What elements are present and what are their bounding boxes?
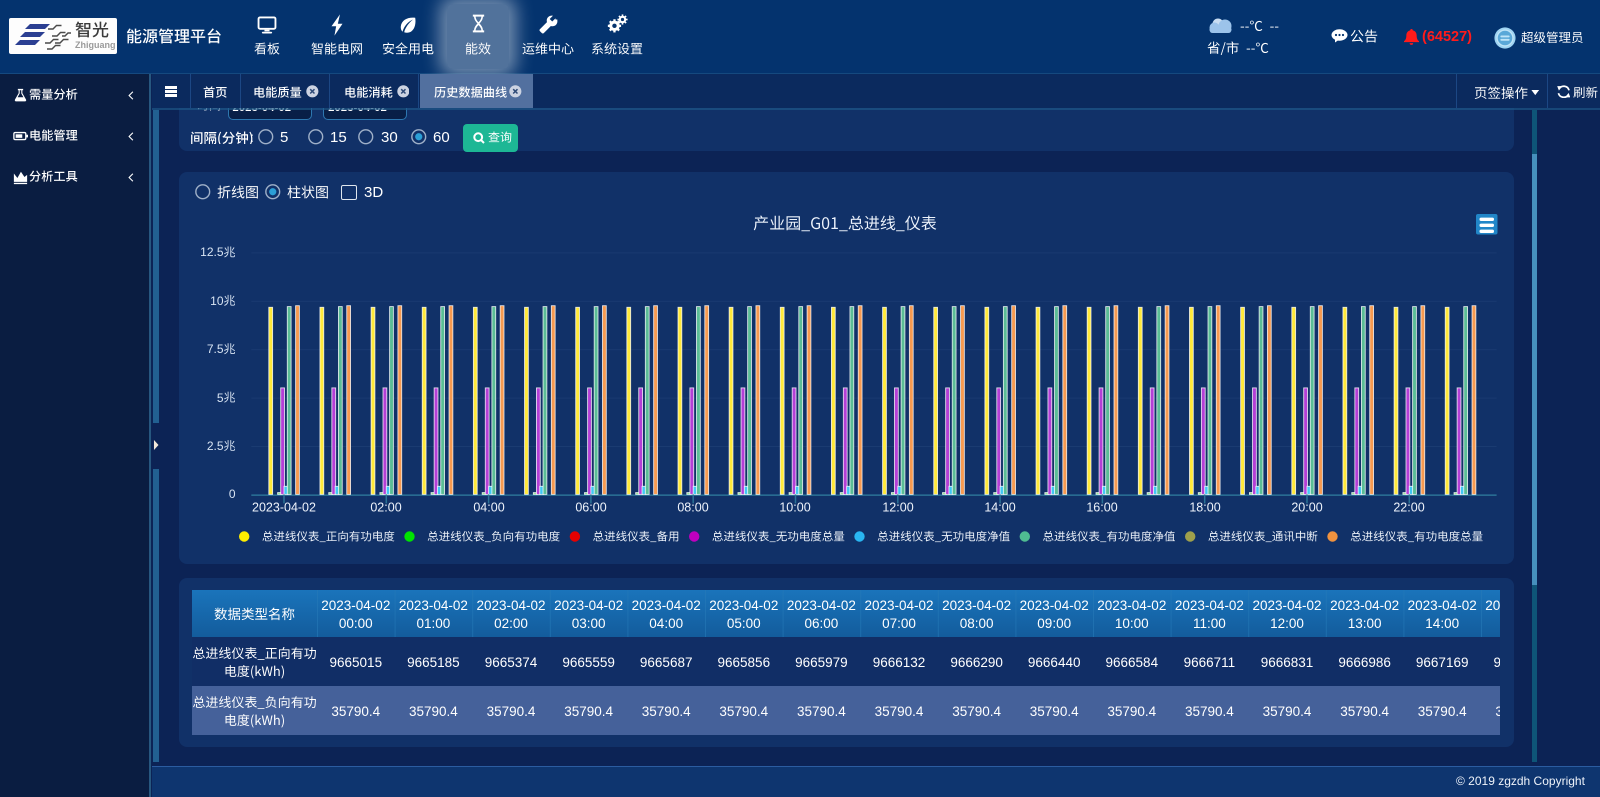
- svg-text:35790.4: 35790.4: [1495, 704, 1500, 719]
- svg-text:2023-04-02: 2023-04-02: [1330, 598, 1399, 613]
- svg-text:35790.4: 35790.4: [719, 704, 768, 719]
- svg-text:08:00: 08:00: [960, 616, 994, 631]
- svg-text:20:00: 20:00: [1291, 500, 1322, 514]
- svg-text:9666440: 9666440: [1028, 655, 1081, 670]
- svg-text:35790.4: 35790.4: [875, 704, 924, 719]
- svg-text:2.5: 2.5: [207, 439, 224, 453]
- svg-text:35790.4: 35790.4: [1107, 704, 1156, 719]
- svg-text:2023-04-02: 2023-04-02: [709, 598, 778, 613]
- svg-text:2023-04-02: 2023-04-02: [1020, 598, 1089, 613]
- svg-text:16:00: 16:00: [1086, 500, 1117, 514]
- svg-text:2023-04-02: 2023-04-02: [1175, 598, 1244, 613]
- svg-text:12:00: 12:00: [1270, 616, 1304, 631]
- svg-text:2023-04-02: 2023-04-02: [787, 598, 856, 613]
- svg-text:2023-04-02: 2023-04-02: [252, 500, 316, 514]
- svg-text:35790.4: 35790.4: [564, 704, 613, 719]
- svg-text:10: 10: [210, 294, 224, 308]
- svg-text:14:00: 14:00: [1425, 616, 1459, 631]
- svg-text:9665015: 9665015: [330, 655, 383, 670]
- svg-text:9666584: 9666584: [1106, 655, 1159, 670]
- svg-text:9666711: 9666711: [1184, 655, 1236, 670]
- svg-text:9665856: 9665856: [718, 655, 771, 670]
- svg-text:06:00: 06:00: [575, 500, 606, 514]
- svg-text:05:00: 05:00: [727, 616, 761, 631]
- svg-text:2023-04-02: 2023-04-02: [632, 598, 701, 613]
- svg-text:10:00: 10:00: [1115, 616, 1149, 631]
- svg-text:35790.4: 35790.4: [1030, 704, 1079, 719]
- svg-text:04:00: 04:00: [473, 500, 504, 514]
- svg-text:35790.4: 35790.4: [1418, 704, 1467, 719]
- svg-text:04:00: 04:00: [649, 616, 683, 631]
- svg-text:2023-04-02: 2023-04-02: [399, 598, 468, 613]
- svg-text:35790.4: 35790.4: [1340, 704, 1389, 719]
- svg-text:0: 0: [229, 487, 236, 501]
- svg-text:02:00: 02:00: [494, 616, 528, 631]
- svg-text:07:00: 07:00: [882, 616, 916, 631]
- svg-text:22:00: 22:00: [1393, 500, 1424, 514]
- svg-text:12.5: 12.5: [200, 245, 224, 259]
- svg-text:2023-04-02: 2023-04-02: [942, 598, 1011, 613]
- svg-text:5: 5: [217, 391, 224, 405]
- svg-text:35790.4: 35790.4: [797, 704, 846, 719]
- svg-text:2023-04-02: 2023-04-02: [476, 598, 545, 613]
- svg-text:14:00: 14:00: [984, 500, 1015, 514]
- svg-text:9665374: 9665374: [485, 655, 538, 670]
- svg-text:9666132: 9666132: [873, 655, 926, 670]
- svg-text:06:00: 06:00: [805, 616, 839, 631]
- svg-text:9666986: 9666986: [1338, 655, 1391, 670]
- svg-text:9667368: 9667368: [1494, 655, 1500, 670]
- svg-text:35790.4: 35790.4: [487, 704, 536, 719]
- svg-text:2023-04-02: 2023-04-02: [321, 598, 390, 613]
- svg-text:2023-04-02: 2023-04-02: [1408, 598, 1477, 613]
- svg-text:9665979: 9665979: [795, 655, 848, 670]
- svg-text:35790.4: 35790.4: [1185, 704, 1234, 719]
- svg-text:02:00: 02:00: [370, 500, 401, 514]
- svg-text:2023-04-02: 2023-04-02: [1485, 598, 1500, 613]
- svg-text:01:00: 01:00: [417, 616, 451, 631]
- svg-text:9666290: 9666290: [950, 655, 1003, 670]
- svg-text:11:00: 11:00: [1193, 616, 1226, 631]
- svg-text:7.5: 7.5: [207, 342, 224, 356]
- svg-text:2023-04-02: 2023-04-02: [1097, 598, 1166, 613]
- svg-text:35790.4: 35790.4: [331, 704, 380, 719]
- svg-text:00:00: 00:00: [339, 616, 373, 631]
- svg-text:10:00: 10:00: [779, 500, 810, 514]
- svg-text:2023-04-02: 2023-04-02: [1252, 598, 1321, 613]
- svg-text:08:00: 08:00: [677, 500, 708, 514]
- svg-text:9665687: 9665687: [640, 655, 693, 670]
- svg-text:09:00: 09:00: [1037, 616, 1071, 631]
- svg-text:9665559: 9665559: [562, 655, 615, 670]
- svg-text:03:00: 03:00: [572, 616, 606, 631]
- svg-text:2023-04-02: 2023-04-02: [864, 598, 933, 613]
- svg-text:9666831: 9666831: [1261, 655, 1314, 670]
- svg-text:2023-04-02: 2023-04-02: [554, 598, 623, 613]
- svg-text:18:00: 18:00: [1189, 500, 1220, 514]
- svg-text:35790.4: 35790.4: [642, 704, 691, 719]
- svg-text:35790.4: 35790.4: [952, 704, 1001, 719]
- svg-text:35790.4: 35790.4: [409, 704, 458, 719]
- svg-text:9667169: 9667169: [1416, 655, 1469, 670]
- svg-text:13:00: 13:00: [1348, 616, 1382, 631]
- svg-text:12:00: 12:00: [882, 500, 913, 514]
- svg-text:9665185: 9665185: [407, 655, 460, 670]
- svg-text:35790.4: 35790.4: [1263, 704, 1312, 719]
